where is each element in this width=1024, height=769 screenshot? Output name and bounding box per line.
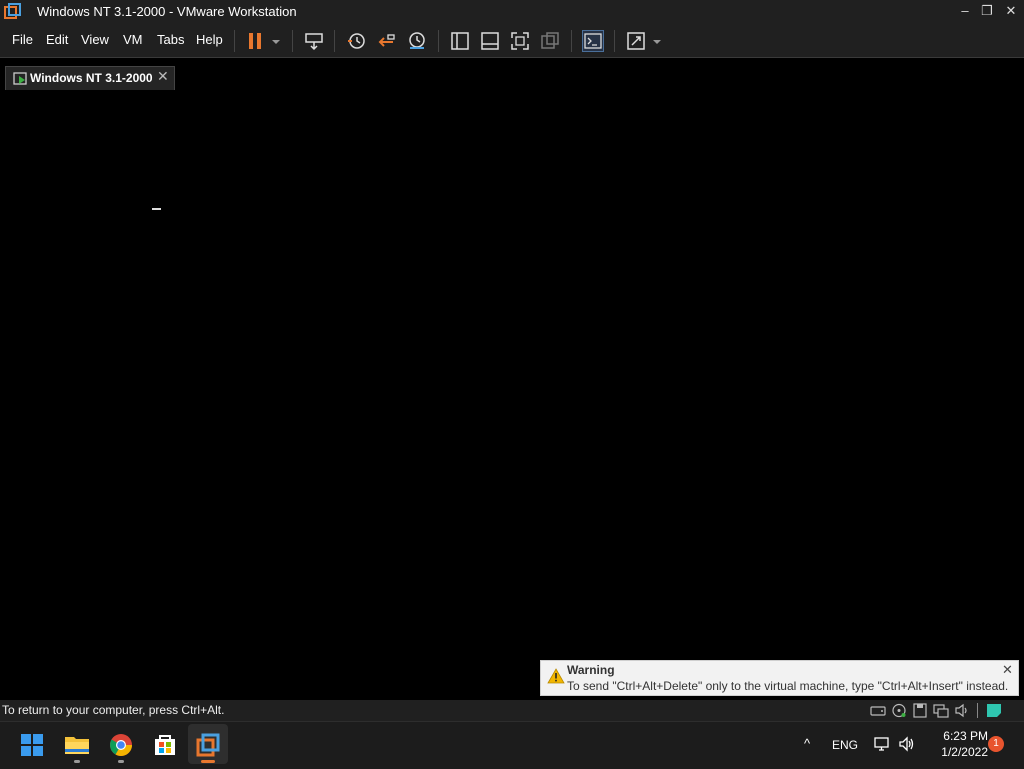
active-indicator xyxy=(201,760,215,763)
unity-icon[interactable] xyxy=(539,30,561,52)
snapshot-manager-icon[interactable] xyxy=(406,30,428,52)
tab-vm[interactable]: Windows NT 3.1-2000 ✕ xyxy=(5,66,175,90)
message-log-icon[interactable] xyxy=(986,703,1002,718)
close-window-button[interactable]: ✕ xyxy=(998,0,1024,24)
stretch-icon[interactable] xyxy=(625,30,647,52)
window-title: Windows NT 3.1-2000 - VMware Workstation xyxy=(37,4,297,19)
chrome-icon[interactable] xyxy=(103,727,139,763)
revert-snapshot-icon[interactable] xyxy=(376,30,398,52)
notification-badge[interactable]: 1 xyxy=(988,736,1004,752)
warning-icon xyxy=(547,668,565,684)
menu-file[interactable]: File xyxy=(12,32,33,47)
vm-console-screen[interactable] xyxy=(0,94,1024,700)
warning-close-icon[interactable]: ✕ xyxy=(1002,662,1013,678)
sound-card-icon[interactable] xyxy=(954,703,970,718)
input-language[interactable]: ENG xyxy=(832,738,858,752)
menu-edit[interactable]: Edit xyxy=(46,32,68,47)
vm-running-icon xyxy=(13,71,29,87)
pause-dropdown-icon[interactable] xyxy=(271,34,281,44)
toolbar-separator xyxy=(571,30,572,52)
start-icon[interactable] xyxy=(14,727,50,763)
show-hidden-icons-chevron-icon[interactable]: ^ xyxy=(804,736,810,751)
menu-view[interactable]: View xyxy=(81,32,109,47)
volume-icon[interactable] xyxy=(898,735,916,753)
menu-vm[interactable]: VM xyxy=(123,32,143,47)
pause-icon[interactable] xyxy=(244,30,266,52)
tab-close-icon[interactable]: ✕ xyxy=(157,68,169,85)
network-icon[interactable] xyxy=(873,735,891,753)
running-indicator xyxy=(118,760,124,763)
snapshot-icon[interactable] xyxy=(345,30,367,52)
vmware-app-icon xyxy=(4,3,22,21)
tab-label: Windows NT 3.1-2000 xyxy=(30,71,153,85)
status-message: To return to your computer, press Ctrl+A… xyxy=(2,703,225,717)
vmware-icon[interactable] xyxy=(190,727,226,763)
menu-help[interactable]: Help xyxy=(196,32,223,47)
text-cursor xyxy=(152,208,161,210)
thumbnail-bar-icon[interactable] xyxy=(479,30,501,52)
toolbar-separator xyxy=(614,30,615,52)
stretch-dropdown-icon[interactable] xyxy=(652,34,662,44)
floppy-icon[interactable] xyxy=(912,703,928,718)
toolbar-separator xyxy=(234,30,235,52)
full-screen-icon[interactable] xyxy=(509,30,531,52)
menu-tabs[interactable]: Tabs xyxy=(157,32,184,47)
show-library-icon[interactable] xyxy=(449,30,471,52)
file-explorer-icon[interactable] xyxy=(59,727,95,763)
status-separator xyxy=(977,703,978,718)
warning-notification: Warning To send "Ctrl+Alt+Delete" only t… xyxy=(540,660,1019,696)
toolbar-separator xyxy=(334,30,335,52)
toolbar-separator xyxy=(292,30,293,52)
toolbar-separator xyxy=(438,30,439,52)
running-indicator xyxy=(74,760,80,763)
send-ctrl-alt-del-icon[interactable] xyxy=(303,30,325,52)
hard-disk-icon[interactable] xyxy=(870,703,886,718)
clock-date[interactable]: 1/2/2022 xyxy=(930,745,988,759)
restore-button[interactable]: ❐ xyxy=(974,0,1000,24)
clock-time[interactable]: 6:23 PM xyxy=(930,729,988,743)
store-icon[interactable] xyxy=(147,727,183,763)
console-view-icon[interactable] xyxy=(582,30,604,52)
warning-message: To send "Ctrl+Alt+Delete" only to the vi… xyxy=(567,679,1009,693)
cd-dvd-icon[interactable] xyxy=(891,703,907,718)
network-adapter-icon[interactable] xyxy=(933,703,949,718)
warning-title: Warning xyxy=(567,663,615,677)
